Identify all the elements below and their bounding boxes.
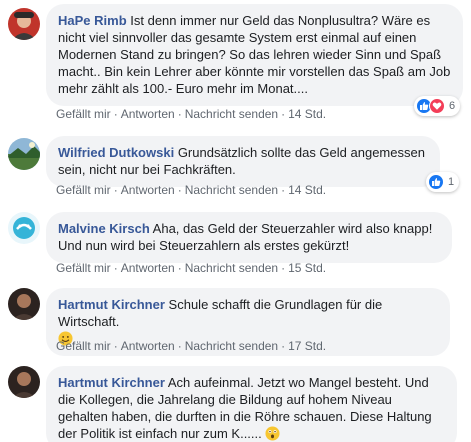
avatar-photo-icon	[8, 366, 40, 398]
avatar[interactable]	[8, 8, 40, 40]
comment-actions: Gefällt mir · Antworten · Nachricht senden · 1…	[56, 261, 327, 275]
comment-author[interactable]: Hartmut Kirchner	[58, 297, 165, 312]
reply-link[interactable]: Antworten	[121, 339, 175, 353]
avatar[interactable]	[8, 366, 40, 398]
reaction-summary[interactable]: 1	[426, 172, 460, 192]
comment-author[interactable]: Hartmut Kirchner	[58, 375, 165, 390]
comment-bubble: Malvine Kirsch Aha, das Geld der Steuerz…	[46, 212, 452, 263]
reaction-count: 6	[449, 100, 456, 112]
comment-actions: Gefällt mir · Antworten · Nachricht senden · 1…	[56, 339, 327, 353]
comment-author[interactable]: HaPe Rimb	[58, 13, 127, 28]
comment-bubble: Wilfried Dutkowski Grundsätzlich sollte …	[46, 136, 440, 187]
send-message-link[interactable]: Nachricht senden	[185, 261, 278, 275]
timestamp[interactable]: 17 Std.	[288, 339, 326, 353]
send-message-link[interactable]: Nachricht senden	[185, 107, 278, 121]
reaction-summary[interactable]: 6	[414, 96, 461, 116]
comment-bubble: Hartmut Kirchner Ach aufeinmal. Jetzt wo…	[46, 366, 457, 442]
send-message-link[interactable]: Nachricht senden	[185, 183, 278, 197]
avatar-photo-icon	[8, 138, 40, 170]
comment-author[interactable]: Malvine Kirsch	[58, 221, 150, 236]
love-icon	[429, 98, 445, 114]
avatar[interactable]	[8, 212, 40, 244]
like-link[interactable]: Gefällt mir	[56, 183, 111, 197]
avatar[interactable]	[8, 288, 40, 320]
reply-link[interactable]: Antworten	[121, 261, 175, 275]
timestamp[interactable]: 14 Std.	[288, 183, 326, 197]
astonished-emoji-icon	[265, 426, 280, 441]
like-icon	[428, 174, 444, 190]
avatar-photo-icon	[8, 212, 40, 244]
timestamp[interactable]: 14 Std.	[288, 107, 326, 121]
send-message-link[interactable]: Nachricht senden	[185, 339, 278, 353]
like-link[interactable]: Gefällt mir	[56, 261, 111, 275]
comment-author[interactable]: Wilfried Dutkowski	[58, 145, 174, 160]
comment-actions: Gefällt mir · Antworten · Nachricht senden · 1…	[56, 183, 327, 197]
reply-link[interactable]: Antworten	[121, 183, 175, 197]
comment-bubble: HaPe Rimb Ist denn immer nur Geld das No…	[46, 4, 463, 106]
like-link[interactable]: Gefällt mir	[56, 107, 111, 121]
comment-actions: Gefällt mir · Antworten · Nachricht senden · 1…	[56, 107, 327, 121]
reaction-count: 1	[448, 176, 455, 188]
avatar[interactable]	[8, 138, 40, 170]
like-link[interactable]: Gefällt mir	[56, 339, 111, 353]
reply-link[interactable]: Antworten	[121, 107, 175, 121]
avatar-photo-icon	[8, 288, 40, 320]
timestamp[interactable]: 15 Std.	[288, 261, 326, 275]
avatar-photo-icon	[8, 8, 40, 40]
